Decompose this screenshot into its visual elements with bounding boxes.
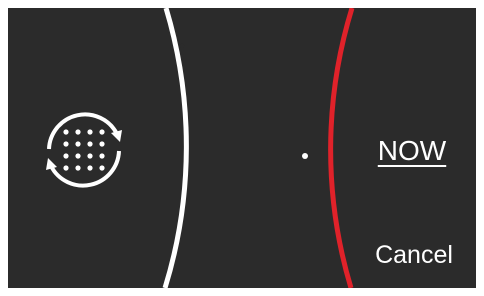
left-dial-marker [179, 43, 185, 49]
cancel-button[interactable]: Cancel [364, 235, 464, 275]
now-button[interactable]: NOW [362, 126, 462, 176]
right-dial-marker [302, 153, 308, 159]
grid-dots [63, 129, 105, 171]
right-dial-arc[interactable] [328, 8, 355, 288]
left-dial-arc[interactable] [162, 8, 189, 288]
sync-icon[interactable] [34, 100, 134, 200]
display-screen: NOW Cancel [8, 8, 476, 288]
